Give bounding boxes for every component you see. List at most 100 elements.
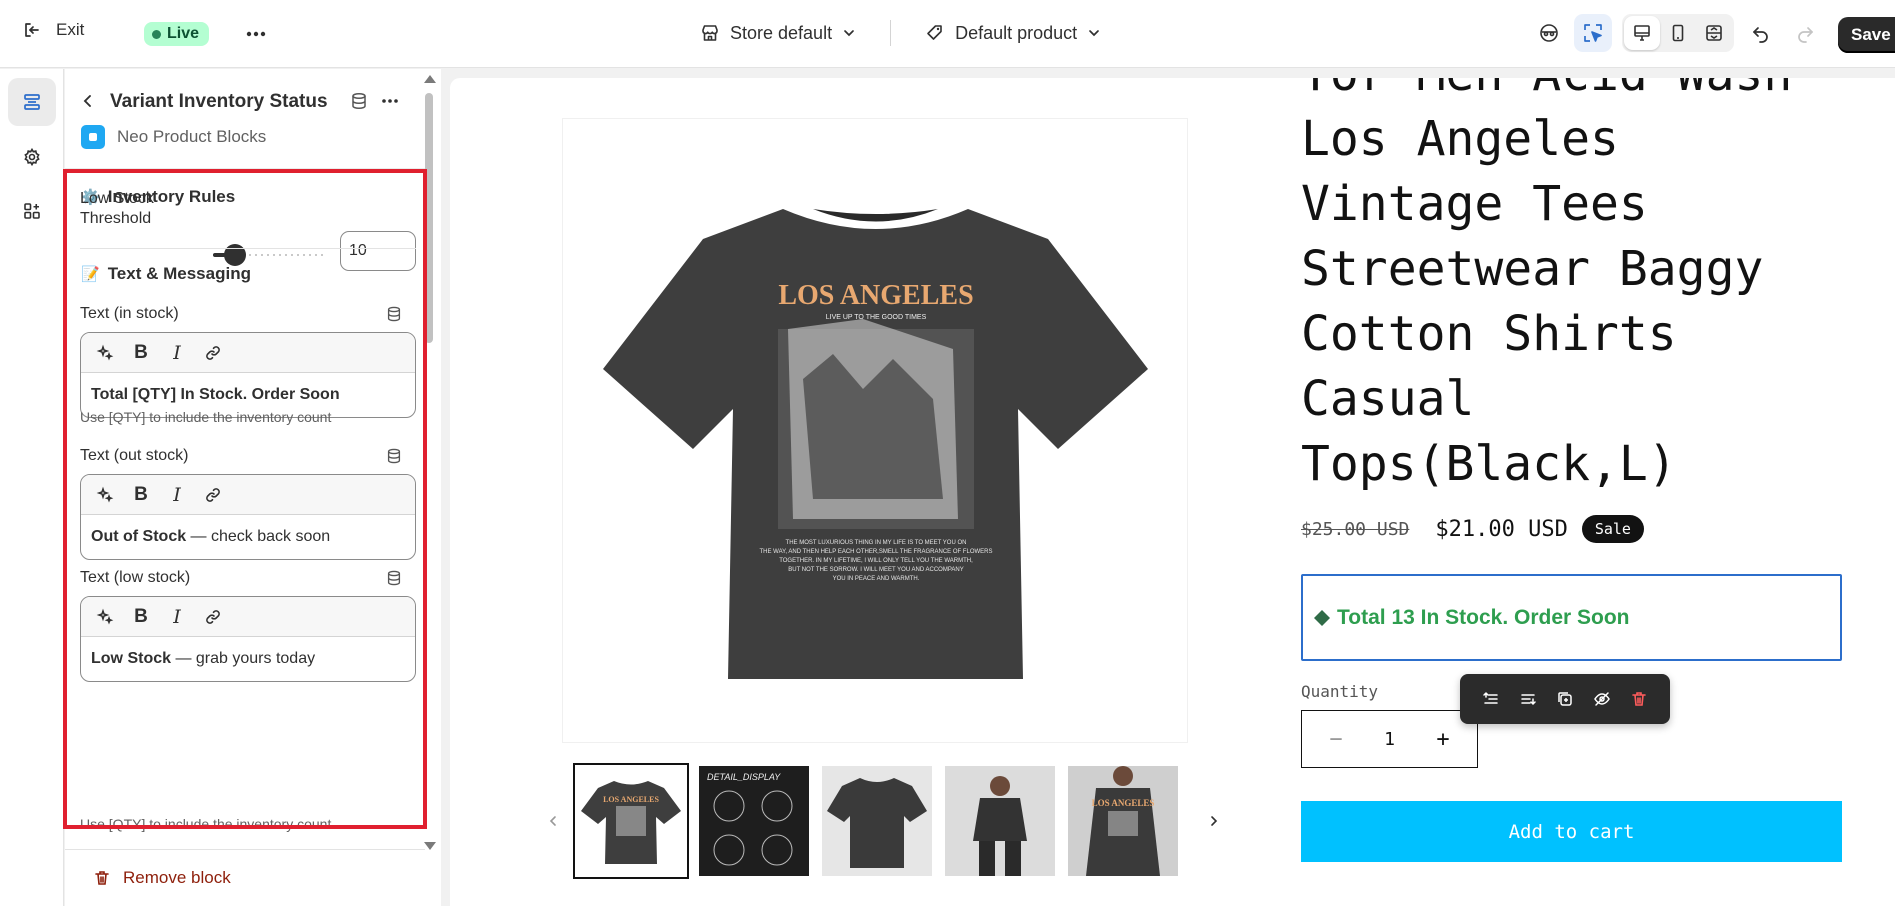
thumbnail-4[interactable] [945, 766, 1055, 876]
quantity-value[interactable]: 1 [1384, 729, 1395, 750]
thumb-print-title: LOS ANGELES [1092, 798, 1155, 808]
live-dot-icon [152, 29, 161, 39]
link-icon[interactable] [201, 483, 225, 507]
duplicate-button[interactable] [1553, 687, 1577, 711]
quantity-label: Quantity [1301, 682, 1379, 701]
tag-icon [925, 23, 945, 43]
help-text: Use [QTY] to include the inventory count [80, 816, 332, 832]
exit-button[interactable]: Exit [22, 20, 84, 40]
rte-bold-text: Total [QTY] In Stock. Order Soon [91, 386, 340, 403]
scroll-up-icon[interactable] [424, 75, 436, 83]
bold-icon[interactable]: B [129, 341, 153, 365]
chevron-left-icon [547, 815, 559, 827]
connect-dynamic-source-button[interactable] [385, 569, 403, 587]
ai-sparkle-icon[interactable] [93, 483, 117, 507]
text-low-stock-editor[interactable]: B I Low Stock — grab yours today [80, 596, 416, 682]
decrease-quantity-button[interactable]: − [1316, 727, 1356, 752]
move-down-button[interactable] [1516, 687, 1540, 711]
panel-scrollbar[interactable] [421, 73, 437, 853]
mobile-view-button[interactable] [1660, 16, 1696, 50]
theme-label: Store default [730, 22, 833, 43]
block-more-button[interactable] [380, 91, 400, 111]
next-thumbnail-button[interactable] [1199, 806, 1229, 836]
stock-message: Total 13 In Stock. Order Soon [1337, 605, 1630, 629]
app-source: Neo Product Blocks [81, 125, 266, 149]
ai-sparkle-icon[interactable] [93, 605, 117, 629]
more-actions-button[interactable] [244, 22, 268, 46]
redo-button[interactable] [1786, 14, 1824, 52]
link-icon[interactable] [201, 605, 225, 629]
context-selectors: Store default Default product [700, 20, 1101, 46]
shirt-print-line: TOGETHER. IN MY LIFETIME, I WILL ONLY TE… [779, 558, 973, 564]
template-label: Default product [955, 22, 1078, 43]
divider [65, 168, 425, 169]
scroll-down-icon[interactable] [424, 842, 436, 850]
chevron-down-icon [842, 26, 856, 40]
connect-dynamic-source-button[interactable] [385, 447, 403, 465]
gear-icon [22, 147, 42, 167]
save-button[interactable]: Save [1838, 17, 1895, 53]
ai-sparkle-icon[interactable] [93, 341, 117, 365]
thumbnail-5[interactable]: LOS ANGELES [1068, 766, 1178, 876]
threshold-input[interactable]: 10 [340, 231, 416, 271]
rte-content[interactable]: Low Stock — grab yours today [81, 637, 415, 681]
prev-thumbnail-button[interactable] [538, 806, 568, 836]
italic-icon[interactable]: I [165, 483, 189, 507]
italic-icon[interactable]: I [165, 605, 189, 629]
text-out-stock-label: Text (out stock) [80, 447, 189, 464]
shirt-print-line: THE WAY, AND THEN HELP EACH OTHER,SMELL … [759, 549, 992, 555]
fullwidth-view-button[interactable] [1696, 16, 1732, 50]
undo-button[interactable] [1742, 14, 1780, 52]
inventory-status-block[interactable]: Total 13 In Stock. Order Soon [1301, 574, 1842, 661]
inspector-toggle[interactable] [1574, 14, 1612, 52]
apps-icon [22, 201, 42, 221]
text-out-stock-editor[interactable]: B I Out of Stock — check back soon [80, 474, 416, 560]
exit-label: Exit [56, 20, 85, 39]
delete-block-button[interactable] [1627, 687, 1651, 711]
text-in-stock-editor[interactable]: B I Total [QTY] In Stock. Order Soon [80, 332, 416, 418]
bold-icon[interactable]: B [129, 483, 153, 507]
thumbnail-2[interactable]: DETAIL_DISPLAY [699, 766, 809, 876]
thumb-detail-label: DETAIL_DISPLAY [707, 772, 781, 782]
theme-settings-button[interactable] [8, 133, 56, 181]
hide-block-button[interactable] [1590, 687, 1614, 711]
app-name: Neo Product Blocks [117, 127, 267, 146]
move-up-button[interactable] [1479, 687, 1503, 711]
template-dropdown[interactable]: Default product [925, 23, 1101, 44]
rte-toolbar: B I [81, 597, 415, 637]
sale-badge: Sale [1581, 515, 1644, 543]
threshold-slider[interactable] [213, 244, 327, 266]
increase-quantity-button[interactable]: + [1423, 727, 1463, 752]
rte-content[interactable]: Out of Stock — check back soon [81, 515, 415, 559]
theme-dropdown[interactable]: Store default [700, 23, 856, 44]
thumbnail-1[interactable]: LOS ANGELES [573, 763, 689, 879]
divider [80, 248, 416, 249]
link-icon[interactable] [201, 341, 225, 365]
apps-button[interactable] [8, 187, 56, 235]
bold-icon[interactable]: B [129, 605, 153, 629]
compare-at-price: $25.00 USD [1301, 518, 1410, 540]
database-icon [385, 447, 403, 465]
shirt-print-line: BUT NOT THE SORROW. I WILL MEET YOU AND … [788, 567, 963, 573]
live-badge: Live [144, 22, 210, 46]
ai-assistant-button[interactable] [1530, 14, 1568, 52]
rte-bold-text: Low Stock [91, 650, 172, 667]
sections-button[interactable] [8, 78, 56, 126]
database-icon [385, 305, 403, 323]
connect-dynamic-source-button[interactable] [385, 305, 403, 323]
back-button[interactable] [79, 92, 97, 110]
desktop-view-button[interactable] [1624, 16, 1660, 50]
scroll-thumb[interactable] [425, 93, 433, 343]
add-to-cart-button[interactable]: Add to cart [1301, 801, 1842, 862]
thumbnail-3[interactable] [822, 766, 932, 876]
product-main-image[interactable]: LOS ANGELES LIVE UP TO THE GOOD TIMES TH… [562, 118, 1188, 743]
dynamic-source-button[interactable] [349, 91, 369, 111]
shirt-print-line: YOU IN PEACE AND WARMTH. [833, 576, 920, 582]
remove-block-button[interactable]: Remove block [93, 868, 231, 888]
italic-icon[interactable]: I [165, 341, 189, 365]
live-label: Live [167, 25, 200, 42]
top-bar: Exit Live Store default Default product [0, 0, 1895, 68]
storefront-preview: LOS ANGELES LIVE UP TO THE GOOD TIMES TH… [450, 78, 1895, 906]
chevron-down-icon [1087, 26, 1101, 40]
sale-price: $21.00 USD [1435, 516, 1568, 542]
